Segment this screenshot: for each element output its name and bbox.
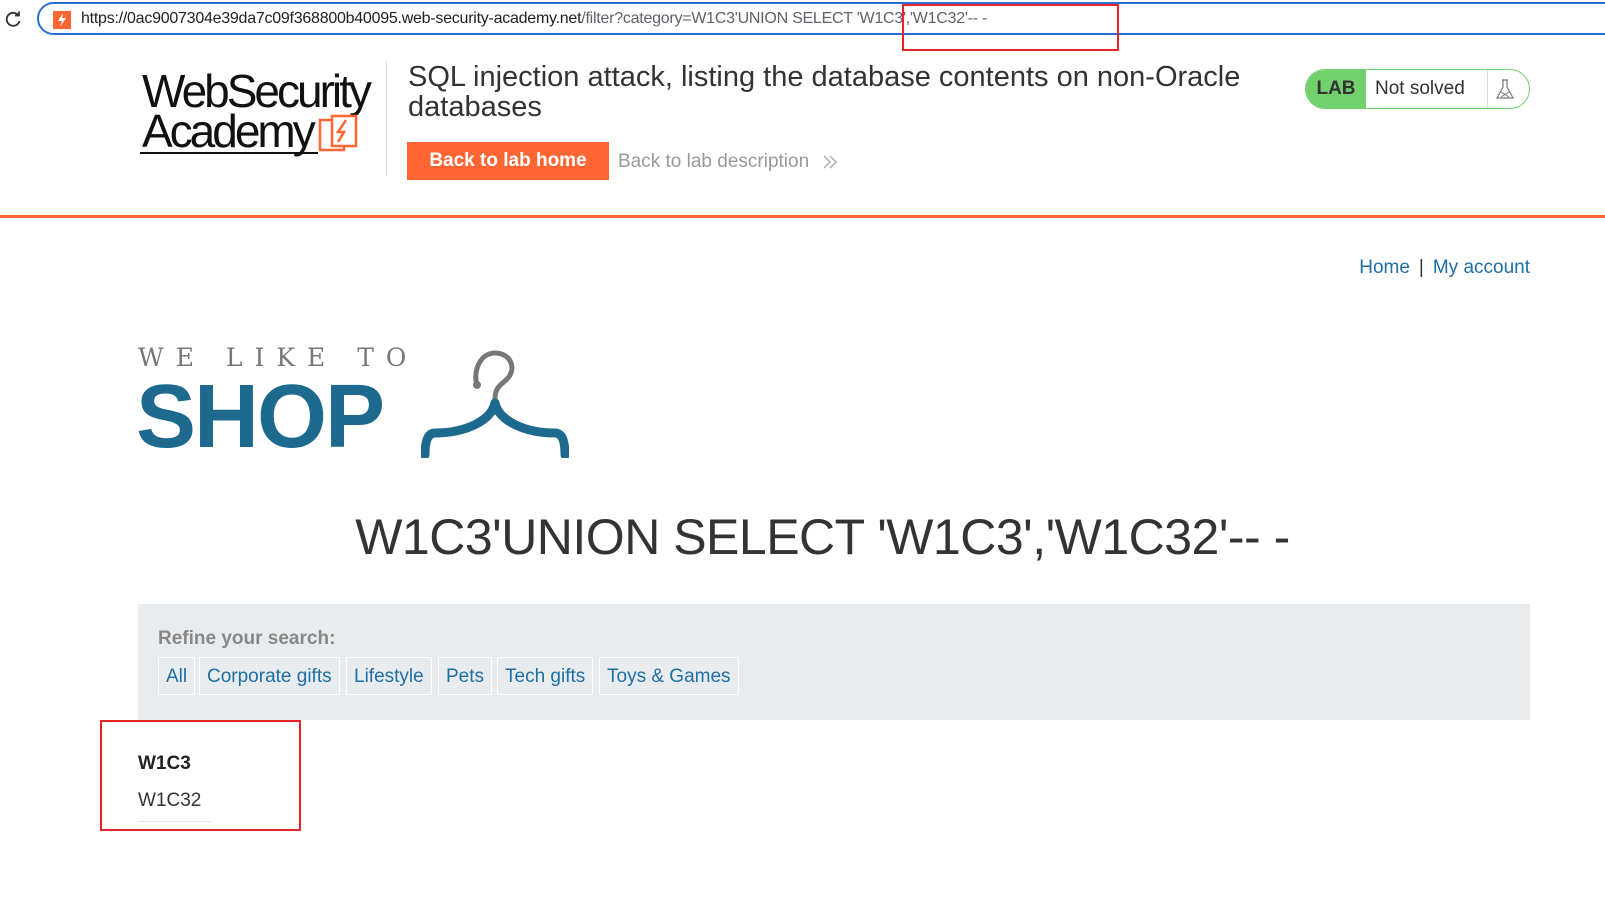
nav-separator: | xyxy=(1418,257,1424,278)
shop-logo: WE LIKE TO SHOP xyxy=(136,338,576,468)
back-to-lab-description-label: Back to lab description xyxy=(618,151,810,172)
browser-address-bar: https://0ac9007304e39da7c09f368800b40095… xyxy=(0,0,1605,51)
filter-label: Refine your search: xyxy=(158,628,336,649)
filter-panel: Refine your search: All Corporate gifts … xyxy=(138,604,1530,720)
filter-lifestyle[interactable]: Lifestyle xyxy=(346,657,432,695)
lab-status-text: Not solved xyxy=(1375,78,1465,99)
filter-tech-gifts[interactable]: Tech gifts xyxy=(497,657,594,695)
page-heading-text: W1C3'UNION SELECT 'W1C3','W1C32'-- - xyxy=(355,509,1290,565)
url-host: https://0ac9007304e39da7c09f368800b40095… xyxy=(81,10,582,27)
home-link[interactable]: Home xyxy=(1359,257,1410,278)
web-security-academy-favicon xyxy=(53,11,71,29)
top-navigation: Home | My account xyxy=(1359,257,1530,279)
flask-icon xyxy=(1495,79,1515,99)
filter-pets[interactable]: Pets xyxy=(438,657,493,695)
academy-logo-line2: Academy xyxy=(142,105,316,157)
header-divider xyxy=(386,60,387,176)
page-heading: W1C3'UNION SELECT 'W1C3','W1C32'-- - xyxy=(0,508,1605,566)
header-orange-rule xyxy=(0,215,1605,218)
academy-logo[interactable]: WebSecurity Academy xyxy=(138,62,388,162)
lab-status-separator xyxy=(1487,70,1488,108)
lightning-logo-icon xyxy=(318,114,358,152)
academy-header: WebSecurity Academy SQL injection attack… xyxy=(0,40,1605,218)
lab-status-widget: LAB Not solved xyxy=(1305,69,1530,109)
url-text: https://0ac9007304e39da7c09f368800b40095… xyxy=(81,10,987,28)
filter-all[interactable]: All xyxy=(158,657,196,695)
logo-underline xyxy=(140,152,318,154)
my-account-link[interactable]: My account xyxy=(1433,257,1530,278)
shop-wordmark: SHOP xyxy=(136,367,385,467)
lab-badge: LAB xyxy=(1306,70,1366,108)
reload-icon[interactable] xyxy=(3,9,23,29)
back-to-lab-description-link[interactable]: Back to lab description xyxy=(618,151,837,173)
back-to-lab-home-button[interactable]: Back to lab home xyxy=(407,142,609,180)
filter-corporate-gifts[interactable]: Corporate gifts xyxy=(199,657,340,695)
lab-title: SQL injection attack, listing the databa… xyxy=(408,61,1241,123)
results-annotation-box xyxy=(100,720,301,831)
url-field[interactable]: https://0ac9007304e39da7c09f368800b40095… xyxy=(37,2,1605,35)
hanger-icon xyxy=(421,350,569,458)
filter-toys-games[interactable]: Toys & Games xyxy=(599,657,739,695)
double-chevron-right-icon xyxy=(823,155,837,169)
